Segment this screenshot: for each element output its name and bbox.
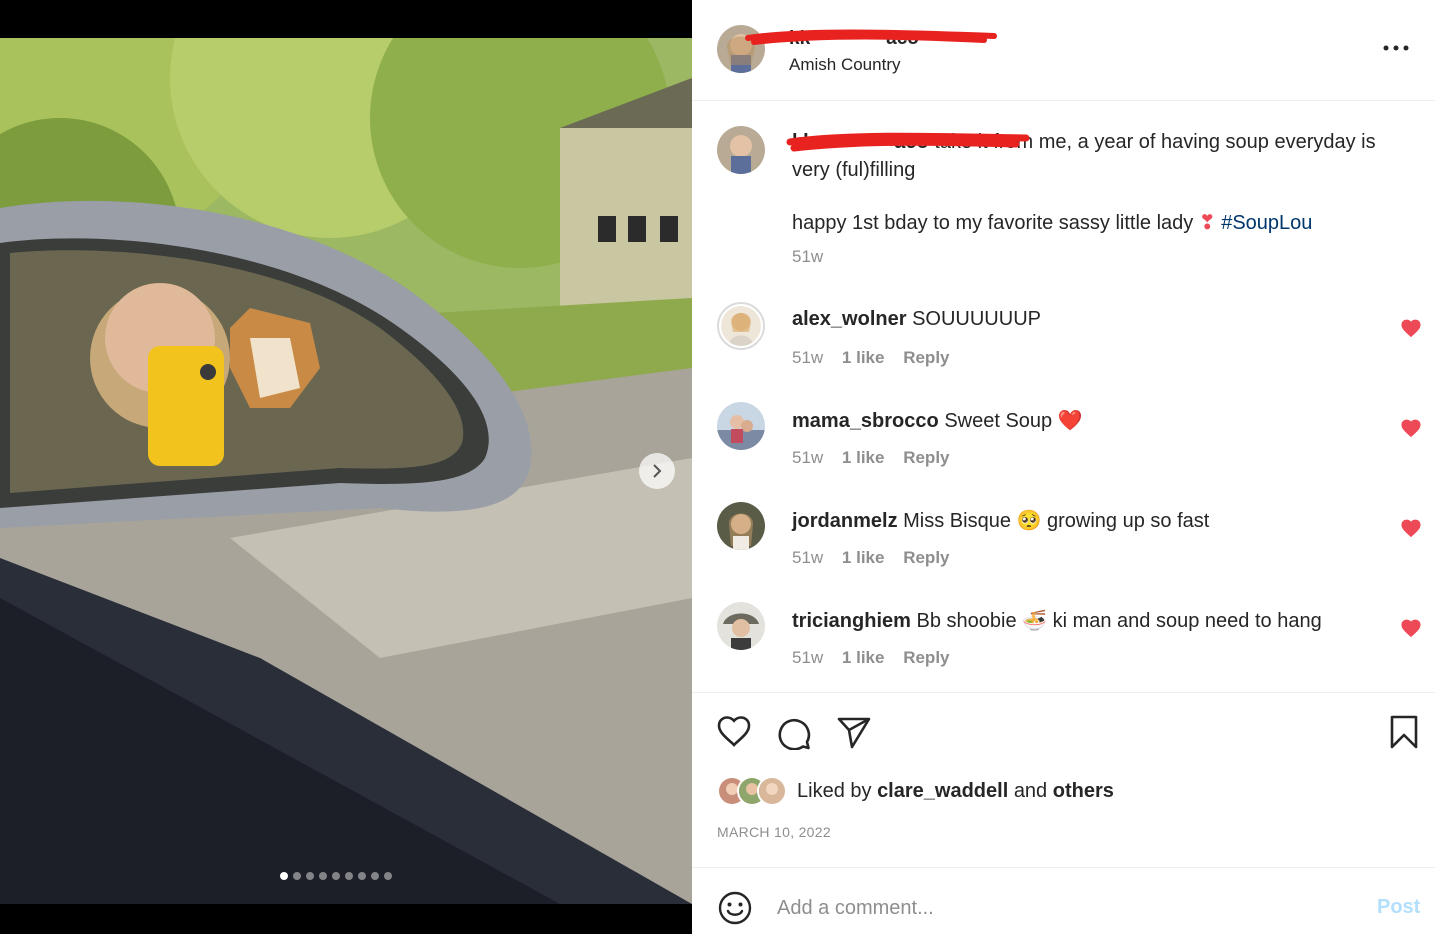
comment-text: SOUUUUUUP bbox=[912, 308, 1041, 330]
comment-time[interactable]: 51w bbox=[792, 648, 823, 667]
comment-username[interactable]: mama_sbrocco bbox=[792, 410, 939, 432]
comment-like-count[interactable]: 1 like bbox=[842, 348, 885, 367]
comment-meta: 51w 1 like Reply bbox=[792, 648, 964, 668]
comment-text: Bb shoobie bbox=[916, 610, 1017, 632]
hashtag-link[interactable]: #SoupLou bbox=[1221, 212, 1312, 234]
comment-text-after: ki man and soup need to hang bbox=[1052, 610, 1322, 632]
post-details-panel: kk————aco Amish Country kk————aco take i… bbox=[692, 0, 1435, 934]
liked-by-user-link[interactable]: clare_waddell bbox=[877, 780, 1008, 802]
heart-filled-icon[interactable] bbox=[1400, 518, 1422, 538]
comment-text-row: tricianghiem Bb shoobie 🍜 ki man and sou… bbox=[792, 608, 1322, 633]
red-heart-emoji: ❤️ bbox=[1057, 410, 1083, 432]
comment-meta: 51w 1 like Reply bbox=[792, 448, 964, 468]
liked-by-row: Liked by clare_waddell and others bbox=[717, 776, 1114, 806]
comment-item: alex_wolner SOUUUUUUP 51w 1 like Reply bbox=[692, 302, 1435, 392]
add-comment-bar: Post bbox=[692, 867, 1435, 934]
slide-dot bbox=[319, 872, 327, 880]
post-header: kk————aco Amish Country bbox=[692, 0, 1435, 101]
post-location[interactable]: Amish Country bbox=[789, 55, 900, 75]
next-slide-button[interactable] bbox=[639, 453, 675, 489]
comment-username[interactable]: alex_wolner bbox=[792, 308, 907, 330]
comment-meta: 51w 1 like Reply bbox=[792, 548, 964, 568]
comment-like-count[interactable]: 1 like bbox=[842, 448, 885, 467]
heart-filled-icon[interactable] bbox=[1400, 318, 1422, 338]
heart-exclamation-emoji: ❣ bbox=[1198, 212, 1216, 234]
caption-line2-text: happy 1st bday to my favorite sassy litt… bbox=[792, 212, 1194, 234]
more-horizontal-icon bbox=[1383, 45, 1409, 51]
slide-dot bbox=[371, 872, 379, 880]
slide-dot bbox=[306, 872, 314, 880]
redaction-mark bbox=[745, 29, 997, 45]
comment-item: tricianghiem Bb shoobie 🍜 ki man and sou… bbox=[692, 602, 1435, 692]
reply-button[interactable]: Reply bbox=[903, 348, 949, 367]
comment-like-count[interactable]: 1 like bbox=[842, 648, 885, 667]
comment-text-row: jordanmelz Miss Bisque 🥺 growing up so f… bbox=[792, 508, 1209, 533]
comment-text-row: alex_wolner SOUUUUUUP bbox=[792, 308, 1041, 331]
slide-dot bbox=[332, 872, 340, 880]
heart-outline-icon[interactable] bbox=[716, 714, 752, 750]
comment-username[interactable]: jordanmelz bbox=[792, 510, 898, 532]
slide-dot bbox=[384, 872, 392, 880]
ramen-emoji: 🍜 bbox=[1022, 610, 1048, 632]
comment-like-count[interactable]: 1 like bbox=[842, 548, 885, 567]
pleading-face-emoji: 🥺 bbox=[1016, 510, 1042, 532]
comment-item: mama_sbrocco Sweet Soup ❤️ 51w 1 like Re… bbox=[692, 402, 1435, 492]
smiley-icon[interactable] bbox=[717, 890, 753, 926]
slide-indicator bbox=[280, 872, 392, 880]
commenter-avatar[interactable] bbox=[717, 402, 765, 450]
comment-input[interactable] bbox=[777, 892, 1337, 924]
bookmark-icon[interactable] bbox=[1386, 714, 1422, 750]
slide-dot bbox=[358, 872, 366, 880]
redaction-mark bbox=[786, 132, 1030, 152]
comment-time[interactable]: 51w bbox=[792, 548, 823, 567]
paper-plane-icon[interactable] bbox=[836, 714, 872, 750]
heart-filled-icon[interactable] bbox=[1400, 618, 1422, 638]
commenter-avatar[interactable] bbox=[717, 302, 765, 350]
liker-avatar[interactable] bbox=[757, 776, 787, 806]
commenter-avatar[interactable] bbox=[717, 502, 765, 550]
liked-by-others-link[interactable]: others bbox=[1053, 780, 1114, 802]
comment-text: Sweet Soup bbox=[944, 410, 1053, 432]
reply-button[interactable]: Reply bbox=[903, 648, 949, 667]
liked-by-prefix: Liked by bbox=[797, 779, 872, 802]
comment-time[interactable]: 51w bbox=[792, 348, 823, 367]
slide-dot bbox=[280, 872, 288, 880]
more-options-button[interactable] bbox=[1382, 36, 1410, 60]
caption-avatar[interactable] bbox=[717, 126, 765, 174]
chevron-right-icon bbox=[653, 464, 662, 478]
comment-meta: 51w 1 like Reply bbox=[792, 348, 964, 368]
post-date[interactable]: MARCH 10, 2022 bbox=[717, 824, 831, 840]
actions-divider bbox=[692, 692, 1435, 693]
heart-filled-icon[interactable] bbox=[1400, 418, 1422, 438]
comment-username[interactable]: tricianghiem bbox=[792, 610, 911, 632]
commenter-avatar[interactable] bbox=[717, 602, 765, 650]
reply-button[interactable]: Reply bbox=[903, 548, 949, 567]
comment-text-row: mama_sbrocco Sweet Soup ❤️ bbox=[792, 408, 1083, 433]
post-photo[interactable] bbox=[0, 38, 692, 904]
slide-dot bbox=[345, 872, 353, 880]
comment-item: jordanmelz Miss Bisque 🥺 growing up so f… bbox=[692, 502, 1435, 592]
slide-dot bbox=[293, 872, 301, 880]
caption-timestamp[interactable]: 51w bbox=[792, 247, 823, 267]
comment-text-after: growing up so fast bbox=[1046, 510, 1210, 532]
comment-text: Miss Bisque bbox=[903, 510, 1011, 532]
comment-bubble-icon[interactable] bbox=[776, 714, 812, 750]
caption-second-line: happy 1st bday to my favorite sassy litt… bbox=[792, 210, 1312, 235]
comment-time[interactable]: 51w bbox=[792, 448, 823, 467]
reply-button[interactable]: Reply bbox=[903, 448, 949, 467]
liked-by-text: Liked by clare_waddell and others bbox=[797, 780, 1114, 803]
liked-by-conjunction: and bbox=[1013, 779, 1048, 802]
post-media bbox=[0, 0, 692, 934]
post-comment-button[interactable]: Post bbox=[1377, 896, 1420, 919]
